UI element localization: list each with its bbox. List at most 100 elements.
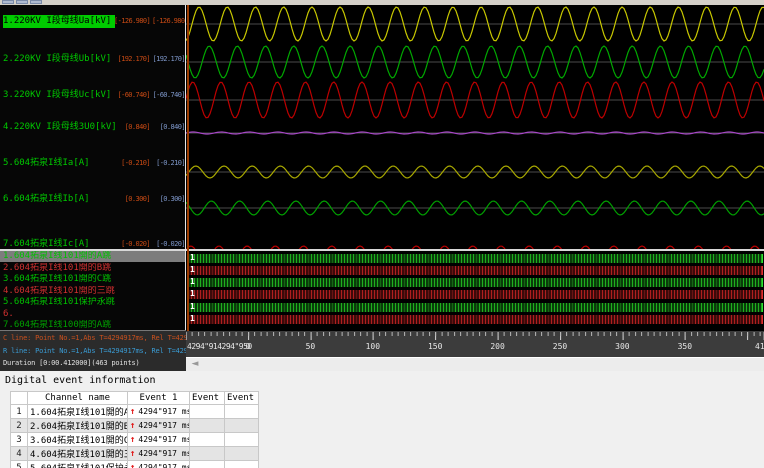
state-value: 1	[190, 277, 195, 286]
analog-channel-row[interactable]: 4.220KV I段母线3U0[kV] [0.840] [0.840]	[0, 121, 186, 134]
cursor-value: [-60.740]	[117, 91, 150, 99]
reference-value: [0.840]	[159, 123, 186, 131]
row-number: 3	[10, 432, 28, 447]
analog-channel-row[interactable]: 5.604拓泉I线Ia[A] [-0.210] [-0.210]	[0, 157, 186, 170]
rising-edge-arrow-icon: ↑	[130, 448, 136, 459]
analog-channel-label: 1.220KV I段母线Ua[kV]	[3, 15, 115, 28]
recorder-window: 1.220KV I段母线Ua[kV] [-126.980] [-126.980] 2.…	[0, 0, 764, 468]
state-value: 1	[190, 314, 195, 323]
event1-cell: ↑ 4294"917 ms	[127, 446, 190, 461]
digital-channel-row[interactable]: 7.604拓泉I线100開的A跳	[0, 320, 186, 330]
table-row[interactable]: 44.604拓泉I线101開的三跳↑4294"917 ms	[10, 446, 259, 461]
cursor-value: [192.170]	[117, 55, 150, 63]
r-line-status: R line: Point No.=1,Abs T=4294917ms, Rel…	[3, 347, 186, 355]
event3-cell	[224, 404, 259, 419]
event3-cell	[224, 418, 259, 433]
time-tick-label: 50	[305, 342, 316, 351]
state-value: 1	[190, 253, 195, 262]
time-tick-label: 100	[365, 342, 381, 351]
event1-cell: ↑ 4294"917 ms	[127, 460, 190, 468]
time-axis-end-label: 41	[755, 342, 764, 351]
reference-value: [192.170]	[152, 55, 185, 63]
digital-status-bar: 1	[188, 277, 763, 287]
analog-channel-row[interactable]: 6.604拓泉I线Ib[A] [0.300] [0.300]	[0, 193, 186, 206]
column-header: Event 2	[189, 391, 225, 405]
analog-channel-label: 3.220KV I段母线Uc[kV]	[3, 90, 112, 100]
panel-separator	[185, 5, 186, 371]
time-axis-ruler[interactable]: 4294"914294"950 41 0 50 100 150 200 250 300 350	[186, 331, 764, 357]
event2-cell	[189, 446, 225, 461]
digital-channel-row[interactable]: 6.	[0, 309, 186, 320]
time-tick-label: 350	[677, 342, 693, 351]
time-tick-label: 200	[490, 342, 505, 351]
digital-status-bar: 1	[188, 314, 763, 324]
row-number: 5	[10, 460, 28, 468]
row-number-header	[10, 391, 28, 405]
time-tick-label: 300	[615, 342, 630, 351]
digital-channel-row[interactable]: 3.604拓泉I线101開的C跳	[0, 274, 186, 285]
digital-channel-row[interactable]: 1.604拓泉I线101開的A跳	[0, 251, 186, 262]
analog-channel-label: 5.604拓泉I线Ia[A]	[3, 158, 90, 168]
event1-cell: ↑ 4294"917 ms	[127, 404, 190, 419]
analog-channel-label: 4.220KV I段母线3U0[kV]	[3, 122, 117, 132]
toolbar-button-icon[interactable]	[30, 0, 42, 4]
channel-name-cell: 4.604拓泉I线101開的三跳	[27, 446, 128, 461]
table-row[interactable]: 55.604拓泉I线101保护永跳↑4294"917 ms	[10, 460, 259, 468]
cursor-value: [-0.210]	[121, 159, 151, 167]
horizontal-scrollbar[interactable]: ◄	[186, 357, 764, 371]
reference-value: [0.300]	[159, 195, 186, 203]
reference-value: [-0.210]	[156, 159, 186, 167]
digital-channel-row[interactable]: 2.604拓泉I线101開的B跳	[0, 263, 186, 274]
event1-cell: ↑ 4294"917 ms	[127, 432, 190, 447]
cursor-value: [-126.980]	[114, 17, 151, 25]
state-value: 1	[190, 289, 195, 298]
channel-label-panel: 1.220KV I段母线Ua[kV] [-126.980] [-126.980] 2.…	[0, 5, 186, 330]
status-panel: C line: Point No.=1,Abs T=4294917ms, Rel…	[0, 330, 186, 371]
analog-digital-divider	[0, 249, 764, 251]
state-value: 1	[190, 265, 195, 274]
scroll-left-arrow-icon[interactable]: ◄	[188, 359, 202, 370]
cursor-value: [0.840]	[124, 123, 151, 131]
time-tick-label: 250	[552, 342, 568, 351]
channel-name-cell: 2.604拓泉I线101開的B跳	[27, 418, 128, 433]
analog-channel-label: 2.220KV I段母线Ub[kV]	[3, 54, 112, 64]
c-line-status: C line: Point No.=1,Abs T=4294917ms, Rel…	[3, 334, 186, 342]
table-row[interactable]: 2 2.604拓泉I线101開的B跳 ↑ 4294"917 ms	[10, 418, 259, 433]
digital-channel-row[interactable]: 4.604拓泉I线101開的三跳	[0, 286, 186, 297]
analog-channel-row[interactable]: 2.220KV I段母线Ub[kV] [192.170] [192.170]	[0, 53, 186, 66]
table-row[interactable]: 1 1.604拓泉I线101開的A跳 ↑ 4294"917 ms	[10, 404, 259, 419]
event3-cell	[224, 432, 259, 447]
toolbar-button-icon[interactable]	[2, 0, 14, 4]
minor-ticks	[186, 332, 764, 336]
state-value: 1	[190, 302, 195, 311]
row-number: 2	[10, 418, 28, 433]
channel-name-cell: 1.604拓泉I线101開的A跳	[27, 404, 128, 419]
cursor-value: [0.300]	[124, 195, 151, 203]
event2-cell	[189, 460, 225, 468]
event2-cell	[189, 404, 225, 419]
event3-cell	[224, 460, 259, 468]
cursor-line[interactable]	[187, 5, 189, 331]
digital-status-bar: 1	[188, 253, 763, 263]
rising-edge-arrow-icon: ↑	[130, 420, 136, 431]
toolbar-button-icon[interactable]	[16, 0, 28, 4]
row-number: 4	[10, 446, 28, 461]
analog-channel-row[interactable]: 1.220KV I段母线Ua[kV] [-126.980] [-126.980]	[0, 15, 186, 28]
event3-cell	[224, 446, 259, 461]
event1-cell: ↑ 4294"917 ms	[127, 418, 190, 433]
table-row[interactable]: 3 3.604拓泉I线101開的C跳 ↑ 4294"917 ms	[10, 432, 259, 447]
channel-name-cell: 3.604拓泉I线101開的C跳	[27, 432, 128, 447]
digital-event-table: Channel nameEvent 1Event 2Event 3 11.604…	[10, 391, 259, 468]
rising-edge-arrow-icon: ↑	[130, 406, 136, 417]
event2-cell	[189, 418, 225, 433]
digital-event-panel: Digital event information Channel name Ev…	[0, 371, 764, 468]
column-header: Channel name	[27, 391, 128, 405]
analog-channel-row[interactable]: 3.220KV I段母线Uc[kV] [-60.740] [-60.740]	[0, 89, 186, 102]
rising-edge-arrow-icon: ↑	[130, 434, 136, 445]
channel-name-cell: 5.604拓泉I线101保护永跳	[27, 460, 128, 468]
table-header-row: Channel nameEvent 1Event 2Event 3	[10, 391, 259, 405]
digital-channel-row[interactable]: 5.604拓泉I线101保护永跳	[0, 297, 186, 308]
rising-edge-arrow-icon: ↑	[130, 462, 136, 468]
digital-status-bar: 1	[188, 289, 763, 299]
digital-status-bar: 1	[188, 265, 763, 275]
